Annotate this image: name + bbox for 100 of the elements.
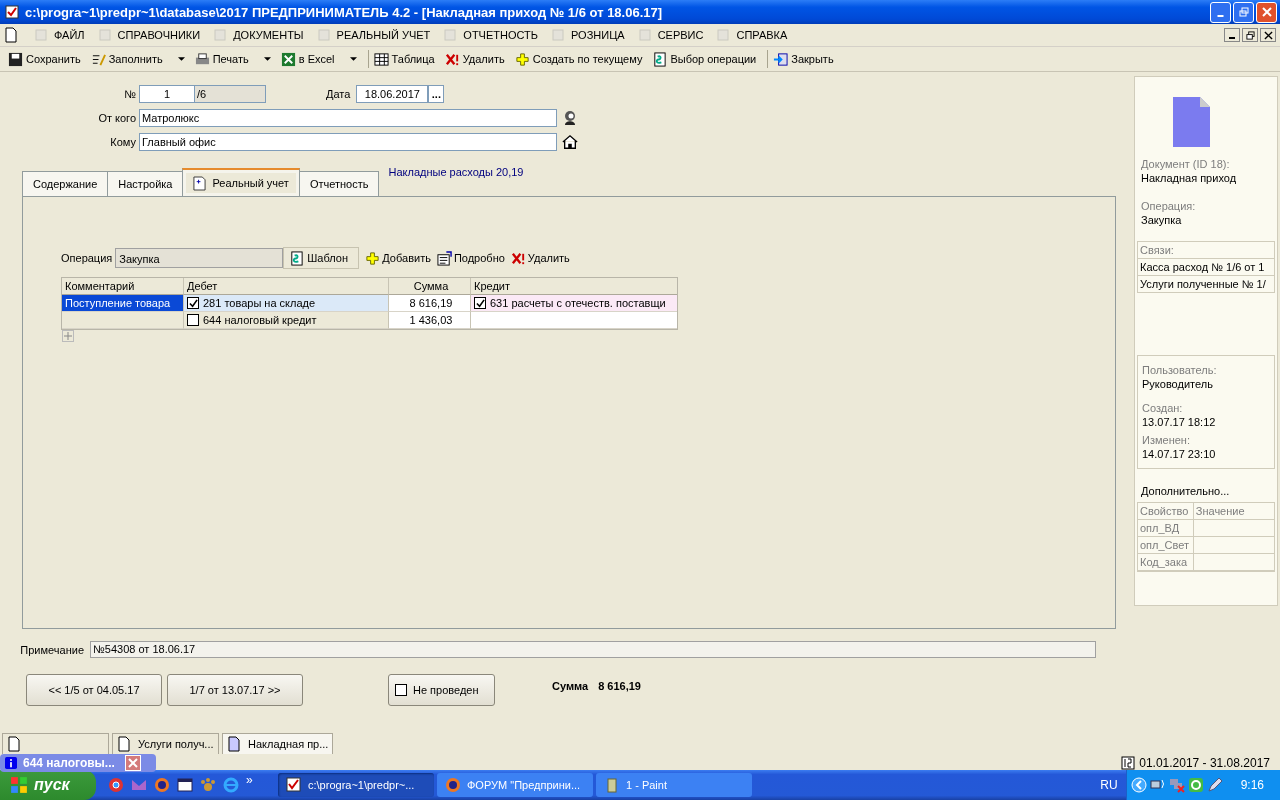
- date-label: Дата: [326, 88, 351, 100]
- posted-checkbox[interactable]: Не проведен: [388, 674, 495, 706]
- total-label: Сумма: [552, 680, 589, 692]
- document-plus-icon: [193, 175, 207, 191]
- note-field[interactable]: №54308 от 18.06.17: [90, 641, 1096, 658]
- toolbar-button[interactable]: Печать: [192, 48, 279, 70]
- square-icon: [34, 28, 48, 42]
- table-cell[interactable]: Поступление товара: [62, 295, 184, 312]
- checkbox[interactable]: [187, 297, 199, 309]
- operation-field[interactable]: Закупка: [115, 248, 284, 268]
- calendar-icon[interactable]: [1121, 756, 1136, 770]
- toolbar-button[interactable]: Выбор операции: [650, 48, 765, 70]
- windows-flag-icon: [10, 776, 28, 794]
- column-header[interactable]: Дебет: [184, 278, 389, 295]
- date-picker-button[interactable]: ...: [428, 85, 445, 103]
- document-tab[interactable]: Накладная пр...: [222, 733, 333, 754]
- close-icon: [1261, 7, 1272, 17]
- property-name-cell: опл_ВД: [1138, 520, 1194, 537]
- browser-icon[interactable]: [108, 777, 124, 793]
- column-header[interactable]: Сумма: [389, 278, 471, 295]
- to-field[interactable]: Главный офис: [139, 133, 557, 151]
- taskbar-button[interactable]: c:\progra~1\predpr~...: [278, 773, 434, 797]
- property-name-cell: опл_Свет: [1138, 537, 1194, 554]
- close-icon: [127, 758, 138, 768]
- number-field[interactable]: 1: [139, 85, 195, 103]
- house-icon[interactable]: [562, 134, 578, 150]
- minimize-button[interactable]: [1224, 28, 1240, 42]
- next-document-button[interactable]: 1/7 от 13.07.17 >>: [167, 674, 303, 706]
- checkbox-app-icon: [286, 777, 302, 793]
- to-label: Кому: [109, 136, 137, 148]
- toolbar-button[interactable]: Закрыть: [771, 48, 842, 70]
- checkbox-app-icon: [5, 5, 19, 19]
- caret-icon[interactable]: [263, 57, 271, 61]
- menu-item[interactable]: СПРАВКА: [712, 25, 797, 45]
- menu-item[interactable]: СЕРВИС: [633, 25, 713, 45]
- toolbar-button[interactable]: в Excel: [278, 48, 365, 70]
- date-field[interactable]: 18.06.2017: [356, 85, 429, 103]
- caret-icon[interactable]: [177, 57, 185, 61]
- action-button[interactable]: Удалить: [510, 250, 570, 266]
- taskbar-button[interactable]: ФОРУМ "Предприни...: [437, 773, 593, 797]
- additional-header: Дополнительно...: [1140, 485, 1231, 497]
- toolbar-button[interactable]: Удалить: [442, 48, 513, 70]
- tab[interactable]: Настройка: [107, 171, 184, 196]
- more-chevron[interactable]: »: [246, 773, 253, 787]
- document-list-icon: [436, 250, 452, 266]
- total-value: 8 616,19: [598, 680, 641, 692]
- previous-document-button[interactable]: << 1/5 от 04.05.17: [26, 674, 162, 706]
- document-swirl-icon: [289, 250, 305, 266]
- restore-button[interactable]: [1242, 28, 1258, 42]
- pen-icon[interactable]: [1206, 777, 1223, 793]
- document-label: Документ (ID 18):: [1140, 158, 1231, 170]
- start-button[interactable]: пуск: [0, 770, 96, 800]
- table-cell: 1 436,03: [389, 312, 471, 329]
- person-icon[interactable]: [562, 110, 578, 126]
- toolbar-button[interactable]: Заполнить: [88, 48, 193, 70]
- taskbar-button[interactable]: 1 - Paint: [596, 773, 752, 797]
- table-cell: 8 616,19: [389, 295, 471, 312]
- close-button[interactable]: [1260, 28, 1276, 42]
- document-type-text: Накладная приход: [1140, 172, 1238, 184]
- tab[interactable]: Реальный учет: [182, 168, 300, 196]
- chevron-left-icon[interactable]: [1130, 777, 1147, 793]
- action-button[interactable]: Добавить: [365, 250, 431, 266]
- browser-icon[interactable]: [154, 777, 170, 793]
- circle-app-icon[interactable]: [1187, 777, 1204, 793]
- toolbar-button[interactable]: Сохранить: [6, 48, 89, 70]
- toolbar-button[interactable]: Таблица: [371, 48, 443, 70]
- debit-account-text: 644 налоговый кредит: [203, 312, 317, 328]
- square-icon: [637, 28, 652, 42]
- column-header[interactable]: Комментарий: [62, 278, 184, 295]
- number-label: №: [123, 88, 137, 100]
- document-icon: [228, 736, 240, 752]
- document-icon[interactable]: [4, 27, 18, 43]
- square-icon: [551, 28, 565, 42]
- document-tab[interactable]: Услуги получ...: [112, 733, 219, 754]
- tab[interactable]: Содержание: [22, 171, 109, 196]
- column-header: Значение: [1193, 503, 1274, 520]
- from-field[interactable]: Матролюкс: [139, 109, 557, 127]
- menu-item[interactable]: ОТЧЕТНОСТЬ: [439, 25, 547, 45]
- template-button[interactable]: Шаблон: [283, 247, 360, 269]
- menu-item[interactable]: ФАЙЛ: [30, 25, 94, 45]
- window-icon[interactable]: [177, 777, 193, 793]
- tab[interactable]: Отчетность: [298, 171, 380, 196]
- checkbox[interactable]: [474, 297, 486, 309]
- menu-item[interactable]: СПРАВОЧНИКИ: [93, 25, 210, 45]
- document-icon: [118, 736, 130, 752]
- check-icon: [475, 298, 485, 308]
- checkbox[interactable]: [187, 314, 199, 326]
- language-indicator[interactable]: RU: [1100, 778, 1118, 792]
- linked-document-item[interactable]: Услуги полученные № 1/: [1137, 276, 1275, 293]
- user-label: Пользователь:: [1141, 364, 1218, 376]
- created-value: 13.07.17 18:12: [1141, 416, 1217, 428]
- document-tab[interactable]: [2, 733, 109, 754]
- menu-item[interactable]: РОЗНИЦА: [547, 25, 634, 45]
- menu-item[interactable]: РЕАЛЬНЫЙ УЧЕТ: [312, 25, 440, 45]
- menu-item[interactable]: ДОКУМЕНТЫ: [209, 25, 313, 45]
- created-label: Создан:: [1141, 402, 1184, 414]
- toolbar-button[interactable]: Создать по текущему: [512, 48, 651, 70]
- linked-document-item[interactable]: Касса расход № 1/6 от 1: [1137, 259, 1275, 276]
- caret-icon[interactable]: [349, 57, 357, 61]
- action-button[interactable]: Подробно: [436, 250, 505, 266]
